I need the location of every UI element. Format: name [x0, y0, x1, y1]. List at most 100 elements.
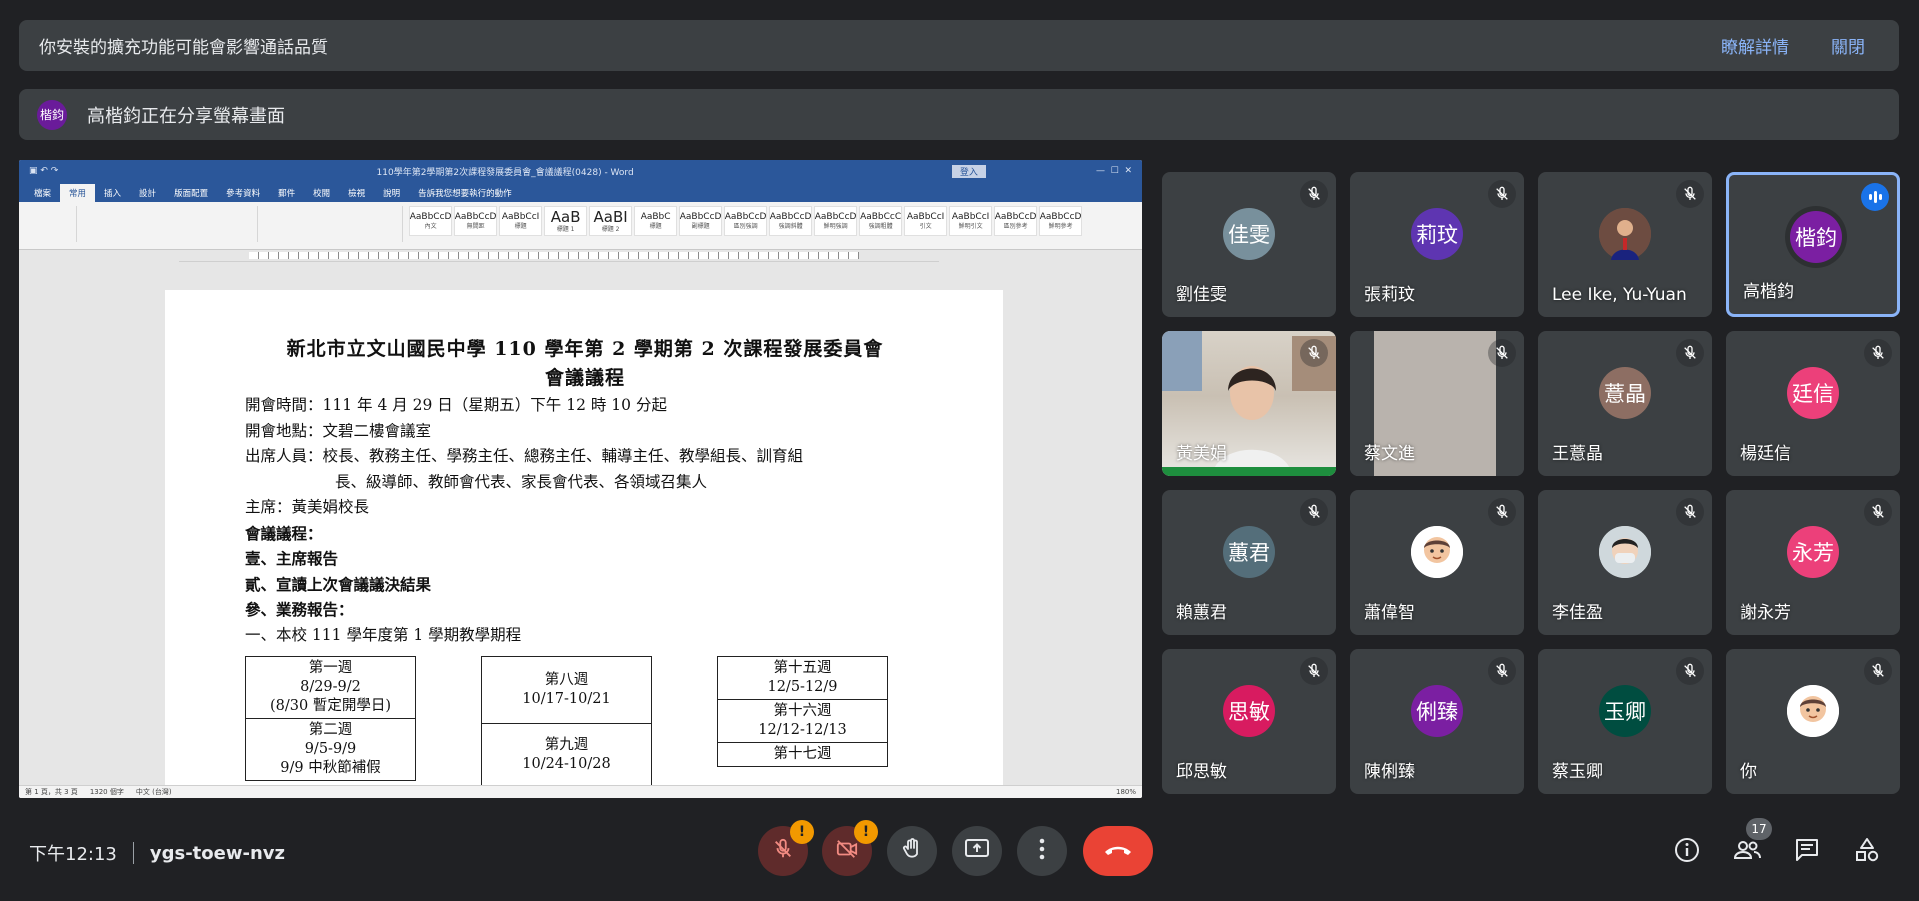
participant-avatar: 楷鈞	[1790, 211, 1842, 263]
status-zoom: 180%	[1115, 788, 1136, 796]
shared-screen[interactable]: ▣ ↶ ↷ 110學年第2學期第2次課程發展委員會_會議議程(0428) - W…	[19, 160, 1142, 798]
info-icon	[1674, 837, 1700, 867]
muted-mic-icon	[1676, 657, 1704, 685]
style-gallery-item: AaBbCcC 強調粗體	[859, 206, 903, 236]
extension-warning-banner: 你安裝的擴充功能可能會影響通話品質 瞭解詳情 關閉	[19, 20, 1899, 71]
style-gallery-item: AaBbCcD 區別參考	[994, 206, 1038, 236]
close-banner-button[interactable]: 關閉	[1831, 33, 1865, 58]
word-ruler	[179, 250, 939, 262]
screen-share-banner: 楷鈞 高楷鈞正在分享螢幕畫面	[19, 89, 1899, 140]
style-gallery-item: AaBbCcD 副標題	[679, 206, 723, 236]
participant-tile[interactable]: 俐臻陳俐臻	[1350, 649, 1524, 794]
style-gallery-item: AaBbCcI 引文	[904, 206, 948, 236]
participant-name: 蕭偉智	[1364, 603, 1415, 623]
meeting-details-button[interactable]	[1671, 836, 1703, 868]
meeting-info: 下午12:13 ygs-toew-nvz	[29, 840, 285, 866]
paragraph-group	[264, 206, 404, 242]
participant-tile[interactable]: 蕙君賴蕙君	[1162, 490, 1336, 635]
doc-line: 壹、主席報告	[245, 549, 339, 568]
participant-avatar: 俐臻	[1411, 685, 1463, 737]
activities-button[interactable]	[1851, 836, 1883, 868]
current-time: 下午12:13	[29, 844, 117, 865]
activities-shapes-icon	[1854, 837, 1880, 867]
camera-button[interactable]: !	[822, 820, 878, 876]
word-tab: 郵件	[278, 189, 296, 199]
mic-warning-badge: !	[790, 820, 814, 844]
doc-line: 一、本校 111 學年度第 1 學期教學期程	[245, 625, 522, 644]
schedule-table-3: 第十五週 12/5-12/9 第十六週 12/12-12/13 第十七週	[717, 656, 888, 767]
present-screen-icon	[964, 838, 990, 864]
raise-hand-button[interactable]	[887, 826, 937, 876]
table-cell: 第十七週	[717, 742, 888, 767]
participant-tile[interactable]: 思敏 邱思敏	[1162, 649, 1336, 794]
muted-mic-icon	[1676, 498, 1704, 526]
participant-avatar: 玉卿	[1599, 685, 1651, 737]
muted-mic-icon	[1864, 657, 1892, 685]
word-status-bar: 第 1 頁，共 3 頁 1320 個字 中文 (台灣) 180%	[19, 785, 1142, 798]
muted-mic-icon	[1300, 339, 1328, 367]
muted-mic-icon	[1676, 180, 1704, 208]
learn-more-link[interactable]: 瞭解詳情	[1721, 33, 1789, 58]
doc-line: 開會時間：111 年 4 月 29 日（星期五）下午 12 時 10 分起	[245, 396, 667, 414]
muted-mic-icon	[1488, 339, 1516, 367]
participant-name: 你	[1740, 762, 1757, 782]
table-cell: 第十六週 12/12-12/13	[717, 699, 888, 743]
word-tell-me: 告訴我您想要執行的動作	[418, 189, 512, 199]
participant-name: 蔡文進	[1364, 444, 1415, 464]
more-options-button[interactable]	[1017, 826, 1067, 876]
participant-tile[interactable]: 廷信 楊廷信	[1726, 331, 1900, 476]
participant-tile[interactable]: 楷鈞高楷鈞	[1726, 172, 1900, 317]
participant-avatar: 廷信	[1787, 367, 1839, 419]
participant-tile[interactable]: 黃美娟	[1162, 331, 1336, 476]
participant-tile[interactable]: 蕭偉智	[1350, 490, 1524, 635]
word-sign-in-button: 登入	[951, 164, 986, 178]
participant-name: 高楷鈞	[1743, 282, 1794, 302]
word-tab: 版面配置	[174, 189, 209, 199]
word-tab: 參考資料	[226, 189, 261, 199]
microphone-button[interactable]: !	[758, 820, 814, 876]
present-button[interactable]	[952, 826, 1002, 876]
hand-icon	[900, 837, 924, 865]
word-window-title: 110學年第2學期第2次課程發展委員會_會議議程(0428) - Word	[376, 167, 634, 178]
people-button[interactable]	[1731, 836, 1763, 868]
participant-tile[interactable]: 蔡文進	[1350, 331, 1524, 476]
people-icon	[1732, 838, 1762, 866]
style-gallery-item: AaBbCcD 強調斜體	[769, 206, 813, 236]
window-controls-icon: — ☐ ✕	[1095, 166, 1132, 176]
style-gallery-item: AaBbCcD 鮮明參考	[1039, 206, 1083, 236]
participant-avatar: 思敏	[1223, 685, 1275, 737]
word-tab: 設計	[139, 189, 157, 199]
participant-count-badge: 17	[1746, 818, 1772, 840]
participant-tile[interactable]: Lee Ike, Yu-Yuan	[1538, 172, 1712, 317]
participant-tile[interactable]: 莉玟 張莉玟	[1350, 172, 1524, 317]
participant-avatar: 蕙君	[1223, 526, 1275, 578]
muted-mic-icon	[1864, 498, 1892, 526]
doc-line: 開會地點：文碧二樓會議室	[245, 421, 432, 440]
participant-tile[interactable]: 玉卿蔡玉卿	[1538, 649, 1712, 794]
participant-name: 謝永芳	[1740, 603, 1791, 623]
participant-name: 賴蕙君	[1176, 603, 1227, 623]
participant-tile[interactable]: 永芳 謝永芳	[1726, 490, 1900, 635]
table-cell: 第二週 9/5-9/9 9/9 中秋節補假	[245, 718, 416, 781]
participant-tile[interactable]: 李佳盈	[1538, 490, 1712, 635]
participant-name: Lee Ike, Yu-Yuan	[1552, 285, 1687, 305]
presenter-avatar: 楷鈞	[37, 99, 67, 130]
doc-subtitle: 會議議程	[544, 367, 625, 389]
font-group	[83, 206, 258, 242]
chat-icon	[1794, 837, 1820, 867]
participant-name: 陳俐臻	[1364, 762, 1415, 782]
participant-avatar: 佳雯	[1223, 208, 1275, 260]
word-tab: 常用	[60, 184, 96, 202]
participant-tile[interactable]: 薏晶 王薏晶	[1538, 331, 1712, 476]
doc-line: 主席：黃美娟校長	[245, 498, 370, 516]
more-vert-icon	[1039, 838, 1045, 864]
participant-tile[interactable]: 佳雯 劉佳雯	[1162, 172, 1336, 317]
leave-call-button[interactable]	[1083, 826, 1153, 876]
participant-name: 蔡玉卿	[1552, 762, 1603, 782]
chat-button[interactable]	[1791, 836, 1823, 868]
status-page: 第 1 頁，共 3 頁	[25, 788, 78, 796]
participant-name: 張莉玟	[1364, 285, 1415, 305]
style-gallery-item: AaBbCcI 標題	[499, 206, 543, 236]
styles-gallery: AaBbCcD 內文 AaBbCcD 無間距 AaBbCcI 標題 AaB 標題 1 AaBI 標…	[409, 206, 1083, 245]
participant-tile[interactable]: 你	[1726, 649, 1900, 794]
